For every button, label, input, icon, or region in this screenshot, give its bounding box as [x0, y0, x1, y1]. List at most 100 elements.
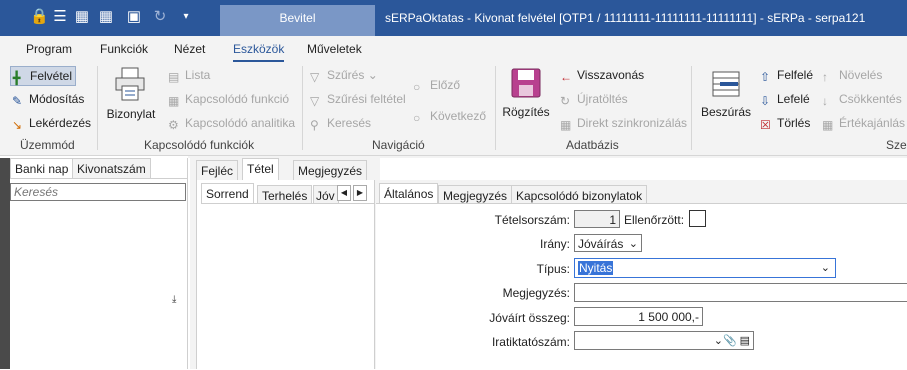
new-icon: ╋ — [13, 71, 21, 85]
window-title: sERPaOktatas - Kivonat felvétel [OTP1 / … — [385, 11, 866, 25]
note-field[interactable] — [574, 283, 907, 302]
arrow-up-icon: ↑ — [822, 70, 828, 84]
tree-icon[interactable]: ☰ — [52, 9, 68, 25]
side-strip — [0, 158, 10, 369]
lock-icon[interactable]: 🔒 — [30, 9, 49, 25]
chevron-down-icon[interactable]: ⌄ — [714, 332, 723, 350]
search-button[interactable]: ⚲ Keresés — [310, 114, 371, 132]
document-button[interactable]: Bizonylat — [104, 66, 158, 121]
amount-field[interactable]: 1 500 000,- — [574, 307, 703, 326]
undo-button[interactable]: ← Visszavonás — [560, 66, 644, 84]
tab-scroll-left-icon[interactable]: ◀ — [337, 185, 351, 201]
tab-kivonatszam[interactable]: Kivonatszám — [72, 158, 151, 179]
modify-button[interactable]: ✎ Módosítás — [12, 90, 84, 108]
chevron-down-icon: ⌄ — [628, 238, 638, 250]
save-icon[interactable]: ▣ — [126, 9, 142, 25]
redo-icon[interactable]: ↻ — [152, 9, 168, 25]
menu-eszkozok[interactable]: Eszközök — [233, 42, 285, 62]
direction-label: Irány: — [539, 237, 570, 251]
tab-sorrend[interactable]: Sorrend — [201, 183, 254, 204]
reload-icon: ↻ — [560, 94, 571, 108]
tab-kapcsolodo-bizonylatok[interactable]: Kapcsolódó bizonylatok — [511, 185, 648, 204]
file-label: Iratiktatószám: — [491, 335, 570, 349]
tab-banki-nap[interactable]: Banki nap — [10, 158, 74, 179]
divider — [201, 203, 377, 204]
sync-icon: ▦ — [560, 118, 572, 132]
group-label-nav: Navigáció — [372, 138, 425, 152]
title-bar: 🔒 ☰ ▦ ▦ ▣ ↻ ▾ Bevitel sERPaOktatas - Kiv… — [0, 0, 907, 36]
decrease-button[interactable]: ↓ Csökkentés — [822, 90, 902, 108]
move-down-button[interactable]: ⇩ Lefelé — [760, 90, 810, 108]
note-label: Megjegyzés: — [502, 286, 570, 300]
direct-sync-button[interactable]: ▦ Direkt szinkronizálás — [560, 114, 687, 132]
new-button[interactable]: ╋ Felvétel — [10, 66, 77, 86]
document-icon[interactable]: ▤ — [740, 332, 750, 350]
file-field[interactable]: ⌄ 📎 ▤ — [574, 331, 754, 350]
tab-fejlec[interactable]: Fejléc — [196, 160, 239, 181]
tab-altalanos[interactable]: Általános — [379, 183, 439, 204]
previous-button[interactable]: ○ Előző — [413, 76, 460, 94]
tab-tetel[interactable]: Tétel — [242, 158, 279, 181]
tab-terheles[interactable]: Terhelés — [257, 185, 313, 204]
tab-scroll-right-icon[interactable]: ▶ — [353, 185, 367, 201]
pencil-icon: ✎ — [12, 94, 23, 108]
previous-icon: ○ — [413, 80, 421, 94]
checked-checkbox[interactable] — [689, 210, 706, 227]
insert-icon — [712, 71, 740, 97]
search-icon: ⚲ — [310, 118, 319, 132]
chevron-down-icon: ⌄ — [820, 262, 830, 274]
attachment-icon[interactable]: 📎 — [723, 332, 737, 350]
analytics-icon: ⚙ — [168, 118, 179, 132]
filter-condition-icon: ▽ — [310, 94, 320, 108]
related-analytics-button[interactable]: ⚙ Kapcsolódó analitika — [168, 114, 295, 132]
filter-icon: ▽ — [310, 70, 320, 84]
arrow-down-icon: ↓ — [822, 94, 828, 108]
filter-condition-button[interactable]: ▽ Szűrési feltétel — [310, 90, 406, 108]
chevron-down-icon[interactable]: ▾ — [178, 9, 194, 25]
related-function-button[interactable]: ▦ Kapcsolódó funkció — [168, 90, 289, 108]
query-button[interactable]: ↘ Lekérdezés — [12, 114, 91, 132]
menu-funkciok[interactable]: Funkciók — [100, 42, 148, 56]
save-button[interactable]: Rögzítés — [502, 66, 550, 119]
chevron-down-icon: ⌄ — [364, 68, 378, 82]
printer-icon — [115, 67, 145, 101]
group-label-mode: Üzemmód — [20, 138, 75, 152]
reload-button[interactable]: ↻ Újratöltés — [560, 90, 628, 108]
item-panel: Sorrend Terhelés Jóv ◀ ▶ — [196, 180, 382, 369]
tab-megjegyzes[interactable]: Megjegyzés — [293, 160, 368, 181]
list-button[interactable]: ▤ Lista — [168, 66, 210, 84]
search-input[interactable] — [10, 183, 186, 201]
increase-button[interactable]: ↑ Növelés — [822, 66, 882, 84]
related-function-icon: ▦ — [168, 94, 180, 108]
ribbon-separator — [97, 66, 98, 150]
grid-icon[interactable]: ▦ — [98, 9, 114, 25]
scroll-bottom-icon[interactable]: ⤓ — [172, 294, 176, 305]
type-label: Típus: — [536, 262, 570, 276]
calendar-icon: ▦ — [822, 118, 834, 132]
menu-program[interactable]: Program — [26, 42, 72, 56]
tab-detail-megjegyzes[interactable]: Megjegyzés — [438, 185, 513, 204]
move-up-button[interactable]: ⇧ Felfelé — [760, 66, 813, 84]
undo-arrow-icon: ← — [560, 70, 572, 84]
ribbon: ╋ Felvétel ✎ Módosítás ↘ Lekérdezés Üzemmód… — [0, 62, 907, 156]
next-icon: ○ — [413, 111, 421, 125]
type-select[interactable]: Nyitás ⌄ — [574, 258, 836, 278]
amount-label: Jóváírt összeg: — [489, 311, 570, 325]
item-no-field: 1 — [574, 210, 620, 228]
context-tab-bevitel: Bevitel — [220, 5, 375, 36]
menu-nezet[interactable]: Nézet — [174, 42, 205, 56]
valuelist-button[interactable]: ▦ Értékajánlás — [822, 114, 905, 132]
insert-button[interactable]: Beszúrás — [700, 68, 752, 119]
tab-jovairas[interactable]: Jóv — [313, 185, 339, 204]
next-button[interactable]: ○ Következő — [413, 107, 486, 125]
list-icon[interactable]: ▦ — [74, 9, 90, 25]
group-label-db: Adatbázis — [566, 138, 619, 152]
ribbon-separator — [302, 66, 303, 150]
menu-muveletek[interactable]: Műveletek — [307, 42, 362, 56]
filter-button[interactable]: ▽ Szűrés ⌄ — [310, 66, 378, 84]
delete-icon: ☒ — [760, 118, 771, 132]
query-icon: ↘ — [12, 118, 23, 132]
direction-select[interactable]: Jóváírás ⌄ — [574, 234, 642, 252]
delete-button[interactable]: ☒ Törlés — [760, 114, 810, 132]
menu-bar: Program Funkciók Nézet Eszközök Művelete… — [0, 36, 907, 62]
